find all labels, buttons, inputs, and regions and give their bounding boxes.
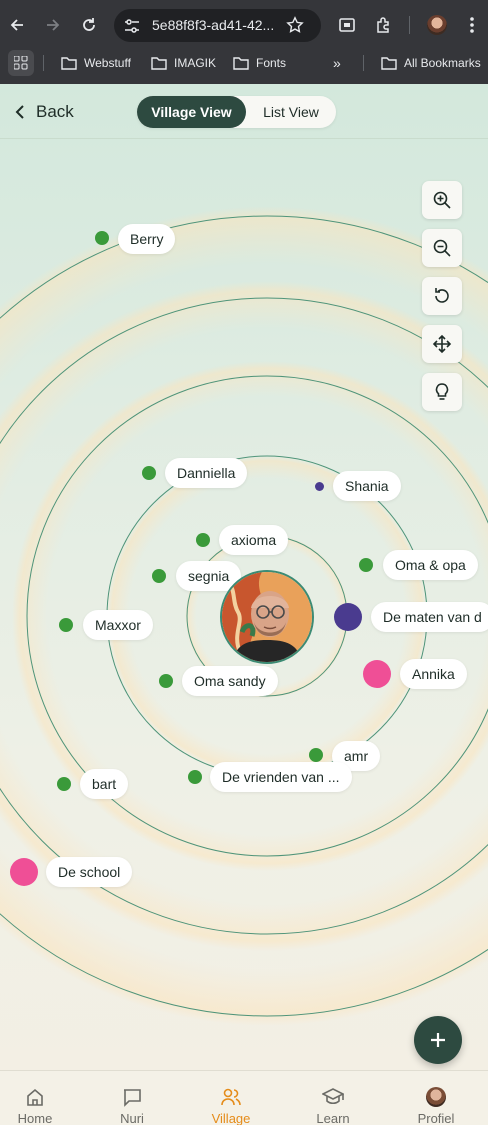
status-dot	[159, 674, 173, 688]
back-button[interactable]: Back	[14, 100, 74, 124]
bookmark-label: Fonts	[256, 56, 287, 70]
chevron-left-icon	[15, 105, 24, 119]
tab-village-view[interactable]: Village View	[137, 96, 246, 128]
person-label[interactable]: Shania	[333, 471, 401, 501]
lightbulb-icon	[435, 383, 449, 400]
chat-icon	[121, 1087, 143, 1107]
status-dot	[142, 466, 156, 480]
status-dot	[359, 558, 373, 572]
folder-icon	[233, 56, 249, 70]
browser-chrome: 5e88f8f3-ad41-42... Webstuff IMAGIK Font…	[0, 0, 488, 84]
back-arrow-icon[interactable]	[5, 13, 29, 37]
zoom-out-button[interactable]	[422, 229, 462, 267]
home-icon	[24, 1087, 46, 1107]
reload-icon[interactable]	[77, 13, 101, 37]
folder-icon	[151, 56, 167, 70]
url-text: 5e88f8f3-ad41-42...	[152, 17, 275, 33]
tab-list-view[interactable]: List View	[246, 96, 336, 128]
nav-label: Village	[211, 1111, 251, 1125]
village-app: Back Village View List View Berry Dannie…	[0, 84, 488, 1125]
zoom-in-icon	[433, 191, 451, 209]
status-dot	[196, 533, 210, 547]
status-dot	[10, 858, 38, 886]
nav-label: Home	[17, 1111, 53, 1125]
person-label[interactable]: Berry	[118, 224, 176, 254]
nav-label: Nuri	[120, 1111, 144, 1125]
screen-cast-icon[interactable]	[335, 13, 359, 37]
app-header: Back Village View List View	[0, 84, 488, 139]
forward-arrow-icon[interactable]	[41, 13, 65, 37]
bookmarks-divider	[43, 55, 44, 71]
reset-view-button[interactable]	[422, 277, 462, 315]
status-dot	[59, 618, 73, 632]
toolbar-divider	[409, 16, 410, 34]
nav-home[interactable]: Home	[0, 1071, 70, 1125]
add-person-button[interactable]	[414, 1016, 462, 1064]
more-bookmarks-icon[interactable]: »	[333, 55, 341, 71]
person-label[interactable]: Annika	[400, 659, 467, 689]
bookmarks-bar: Webstuff IMAGIK Fonts » All Bookmarks	[0, 50, 488, 76]
zoom-in-button[interactable]	[422, 181, 462, 219]
zoom-out-icon	[433, 239, 451, 257]
browser-toolbar: 5e88f8f3-ad41-42...	[0, 0, 488, 50]
bookmark-label: Webstuff	[84, 56, 131, 70]
status-dot	[152, 569, 166, 583]
bookmark-label: IMAGIK	[174, 56, 217, 70]
plus-icon	[431, 1033, 445, 1047]
move-icon	[432, 334, 452, 354]
status-dot	[334, 603, 362, 631]
profile-avatar[interactable]	[427, 15, 447, 35]
person-label[interactable]: Maxxor	[83, 610, 153, 640]
bottom-nav: Home Nuri Village Learn Profiel	[0, 1070, 488, 1125]
site-settings-icon[interactable]	[124, 18, 140, 34]
pan-button[interactable]	[422, 325, 462, 363]
person-label[interactable]: De maten van d	[371, 602, 488, 632]
person-label[interactable]: bart	[80, 769, 129, 799]
person-label[interactable]: Oma sandy	[182, 666, 278, 696]
tips-button[interactable]	[422, 373, 462, 411]
status-dot	[315, 482, 324, 491]
avatar	[425, 1087, 447, 1107]
folder-icon	[381, 56, 397, 70]
apps-grid-icon[interactable]	[8, 50, 34, 76]
bookmark-star-icon[interactable]	[286, 16, 304, 34]
person-label[interactable]: Danniella	[165, 458, 248, 488]
all-bookmarks-folder[interactable]: All Bookmarks	[381, 55, 481, 71]
extensions-icon[interactable]	[371, 13, 395, 37]
people-icon	[220, 1087, 242, 1107]
nav-village[interactable]: Village	[196, 1071, 266, 1125]
back-label: Back	[36, 102, 74, 121]
status-dot	[95, 231, 109, 245]
reset-icon	[435, 288, 449, 303]
graduation-cap-icon	[322, 1087, 344, 1107]
nav-learn[interactable]: Learn	[298, 1071, 368, 1125]
status-dot	[57, 777, 71, 791]
person-label[interactable]: Oma & opa	[383, 550, 478, 580]
status-dot	[363, 660, 391, 688]
folder-icon	[61, 56, 77, 70]
menu-kebab-icon[interactable]	[460, 13, 484, 37]
address-bar[interactable]: 5e88f8f3-ad41-42...	[114, 9, 321, 42]
nav-label: Profiel	[417, 1111, 455, 1125]
nav-nuri[interactable]: Nuri	[97, 1071, 167, 1125]
bookmarks-divider	[363, 55, 364, 71]
bookmark-folder[interactable]: Webstuff	[61, 55, 131, 71]
person-label[interactable]: De vrienden van ...	[210, 762, 352, 792]
all-bookmarks-label: All Bookmarks	[404, 56, 481, 70]
bookmark-folder[interactable]: IMAGIK	[151, 55, 216, 71]
person-label[interactable]: axioma	[219, 525, 289, 555]
view-toggle: Village View List View	[137, 96, 336, 128]
status-dot	[188, 770, 202, 784]
status-dot	[309, 748, 323, 762]
bookmark-folder[interactable]: Fonts	[233, 55, 286, 71]
nav-label: Learn	[316, 1111, 350, 1125]
user-avatar[interactable]	[220, 570, 314, 664]
person-label[interactable]: De school	[46, 857, 133, 887]
nav-profiel[interactable]: Profiel	[401, 1071, 471, 1125]
